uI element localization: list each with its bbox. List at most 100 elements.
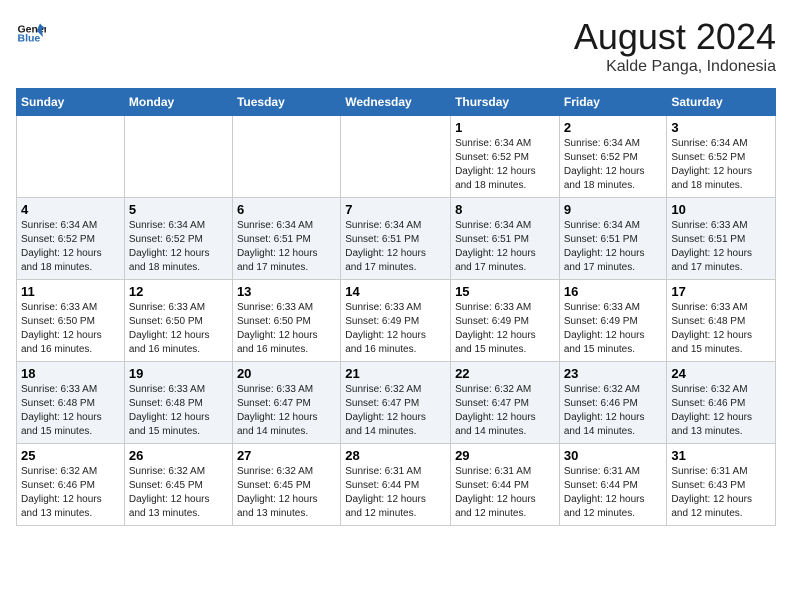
calendar-cell: 6 Sunrise: 6:34 AMSunset: 6:51 PMDaylight… (232, 198, 340, 280)
day-info: Sunrise: 6:33 AMSunset: 6:48 PMDaylight:… (21, 383, 120, 439)
svg-text:Blue: Blue (18, 33, 41, 45)
calendar-cell: 31 Sunrise: 6:31 AMSunset: 6:43 PMDayligh… (667, 444, 776, 526)
day-info: Sunrise: 6:34 AMSunset: 6:51 PMDaylight:… (564, 219, 663, 275)
calendar-week-1: 1 Sunrise: 6:34 AMSunset: 6:52 PMDaylight… (17, 116, 776, 198)
day-info: Sunrise: 6:34 AMSunset: 6:52 PMDaylight:… (21, 219, 120, 275)
calendar-cell: 4 Sunrise: 6:34 AMSunset: 6:52 PMDaylight… (17, 198, 125, 280)
calendar-cell: 5Sunrise: 6:34 AMSunset: 6:52 PMDaylight… (124, 198, 232, 280)
day-number: 24 (671, 366, 771, 381)
calendar-week-3: 11 Sunrise: 6:33 AMSunset: 6:50 PMDayligh… (17, 280, 776, 362)
day-info: Sunrise: 6:33 AMSunset: 6:50 PMDaylight:… (129, 301, 228, 357)
day-number: 31 (671, 448, 771, 463)
day-number: 27 (237, 448, 336, 463)
calendar-week-5: 25 Sunrise: 6:32 AMSunset: 6:46 PMDayligh… (17, 444, 776, 526)
page-header: General Blue August 2024 Kalde Panga, In… (16, 16, 776, 76)
calendar-cell: 7 Sunrise: 6:34 AMSunset: 6:51 PMDaylight… (341, 198, 451, 280)
calendar-cell: 28Sunrise: 6:31 AMSunset: 6:44 PMDayligh… (341, 444, 451, 526)
calendar-cell: 10 Sunrise: 6:33 AMSunset: 6:51 PMDayligh… (667, 198, 776, 280)
day-info: Sunrise: 6:34 AMSunset: 6:52 PMDaylight:… (455, 137, 555, 193)
month-title: August 2024 (574, 16, 776, 58)
calendar-cell (341, 116, 451, 198)
day-info: Sunrise: 6:33 AMSunset: 6:49 PMDaylight:… (455, 301, 555, 357)
day-number: 13 (237, 284, 336, 299)
calendar-cell: 19 Sunrise: 6:33 AMSunset: 6:48 PMDayligh… (124, 362, 232, 444)
day-number: 20 (237, 366, 336, 381)
calendar-cell: 18 Sunrise: 6:33 AMSunset: 6:48 PMDayligh… (17, 362, 125, 444)
calendar-cell: 25 Sunrise: 6:32 AMSunset: 6:46 PMDayligh… (17, 444, 125, 526)
location-subtitle: Kalde Panga, Indonesia (574, 58, 776, 76)
day-number: 29 (455, 448, 555, 463)
day-number: 30 (564, 448, 663, 463)
calendar-table: SundayMondayTuesdayWednesdayThursdayFrid… (16, 88, 776, 526)
calendar-cell: 12Sunrise: 6:33 AMSunset: 6:50 PMDayligh… (124, 280, 232, 362)
day-number: 9 (564, 202, 663, 217)
day-number: 19 (129, 366, 228, 381)
calendar-cell: 1 Sunrise: 6:34 AMSunset: 6:52 PMDaylight… (451, 116, 560, 198)
calendar-cell: 3 Sunrise: 6:34 AMSunset: 6:52 PMDaylight… (667, 116, 776, 198)
weekday-header-sunday: Sunday (17, 89, 125, 116)
calendar-week-2: 4 Sunrise: 6:34 AMSunset: 6:52 PMDaylight… (17, 198, 776, 280)
calendar-cell: 15Sunrise: 6:33 AMSunset: 6:49 PMDayligh… (451, 280, 560, 362)
day-info: Sunrise: 6:34 AMSunset: 6:51 PMDaylight:… (237, 219, 336, 275)
day-info: Sunrise: 6:31 AMSunset: 6:43 PMDaylight:… (671, 465, 771, 521)
day-info: Sunrise: 6:33 AMSunset: 6:48 PMDaylight:… (671, 301, 771, 357)
day-info: Sunrise: 6:32 AMSunset: 6:46 PMDaylight:… (21, 465, 120, 521)
day-info: Sunrise: 6:33 AMSunset: 6:49 PMDaylight:… (564, 301, 663, 357)
calendar-cell (17, 116, 125, 198)
calendar-cell: 22 Sunrise: 6:32 AMSunset: 6:47 PMDayligh… (451, 362, 560, 444)
weekday-header-wednesday: Wednesday (341, 89, 451, 116)
day-number: 2 (564, 120, 663, 135)
calendar-cell: 11Sunrise: 6:33 AMSunset: 6:50 PMDayligh… (17, 280, 125, 362)
day-number: 6 (237, 202, 336, 217)
day-number: 17 (671, 284, 771, 299)
day-info: Sunrise: 6:32 AMSunset: 6:47 PMDaylight:… (455, 383, 555, 439)
day-info: Sunrise: 6:31 AMSunset: 6:44 PMDaylight:… (455, 465, 555, 521)
calendar-cell: 20 Sunrise: 6:33 AMSunset: 6:47 PMDayligh… (232, 362, 340, 444)
day-info: Sunrise: 6:32 AMSunset: 6:46 PMDaylight:… (564, 383, 663, 439)
calendar-cell: 8Sunrise: 6:34 AMSunset: 6:51 PMDaylight… (451, 198, 560, 280)
day-number: 21 (345, 366, 446, 381)
day-info: Sunrise: 6:31 AMSunset: 6:44 PMDaylight:… (564, 465, 663, 521)
day-info: Sunrise: 6:32 AMSunset: 6:45 PMDaylight:… (129, 465, 228, 521)
day-number: 10 (671, 202, 771, 217)
day-number: 3 (671, 120, 771, 135)
calendar-cell: 13 Sunrise: 6:33 AMSunset: 6:50 PMDayligh… (232, 280, 340, 362)
calendar-cell: 23 Sunrise: 6:32 AMSunset: 6:46 PMDayligh… (559, 362, 667, 444)
day-number: 5 (129, 202, 228, 217)
day-info: Sunrise: 6:33 AMSunset: 6:50 PMDaylight:… (237, 301, 336, 357)
calendar-cell: 16Sunrise: 6:33 AMSunset: 6:49 PMDayligh… (559, 280, 667, 362)
day-number: 18 (21, 366, 120, 381)
weekday-header-thursday: Thursday (451, 89, 560, 116)
calendar-cell (232, 116, 340, 198)
day-number: 11 (21, 284, 120, 299)
day-number: 23 (564, 366, 663, 381)
day-info: Sunrise: 6:33 AMSunset: 6:48 PMDaylight:… (129, 383, 228, 439)
day-number: 22 (455, 366, 555, 381)
calendar-cell: 9 Sunrise: 6:34 AMSunset: 6:51 PMDaylight… (559, 198, 667, 280)
calendar-cell: 24Sunrise: 6:32 AMSunset: 6:46 PMDayligh… (667, 362, 776, 444)
day-info: Sunrise: 6:34 AMSunset: 6:51 PMDaylight:… (455, 219, 555, 275)
day-info: Sunrise: 6:34 AMSunset: 6:52 PMDaylight:… (671, 137, 771, 193)
weekday-header-friday: Friday (559, 89, 667, 116)
day-info: Sunrise: 6:33 AMSunset: 6:47 PMDaylight:… (237, 383, 336, 439)
day-info: Sunrise: 6:33 AMSunset: 6:51 PMDaylight:… (671, 219, 771, 275)
title-block: August 2024 Kalde Panga, Indonesia (574, 16, 776, 76)
day-number: 7 (345, 202, 446, 217)
day-number: 25 (21, 448, 120, 463)
day-info: Sunrise: 6:33 AMSunset: 6:49 PMDaylight:… (345, 301, 446, 357)
day-info: Sunrise: 6:34 AMSunset: 6:51 PMDaylight:… (345, 219, 446, 275)
calendar-cell: 21Sunrise: 6:32 AMSunset: 6:47 PMDayligh… (341, 362, 451, 444)
day-info: Sunrise: 6:31 AMSunset: 6:44 PMDaylight:… (345, 465, 446, 521)
weekday-header-tuesday: Tuesday (232, 89, 340, 116)
calendar-cell: 30 Sunrise: 6:31 AMSunset: 6:44 PMDayligh… (559, 444, 667, 526)
day-number: 26 (129, 448, 228, 463)
day-number: 4 (21, 202, 120, 217)
logo-icon: General Blue (16, 16, 46, 46)
day-number: 1 (455, 120, 555, 135)
day-number: 14 (345, 284, 446, 299)
calendar-cell: 26 Sunrise: 6:32 AMSunset: 6:45 PMDayligh… (124, 444, 232, 526)
calendar-cell (124, 116, 232, 198)
weekday-header-row: SundayMondayTuesdayWednesdayThursdayFrid… (17, 89, 776, 116)
calendar-cell: 14 Sunrise: 6:33 AMSunset: 6:49 PMDayligh… (341, 280, 451, 362)
day-info: Sunrise: 6:32 AMSunset: 6:45 PMDaylight:… (237, 465, 336, 521)
